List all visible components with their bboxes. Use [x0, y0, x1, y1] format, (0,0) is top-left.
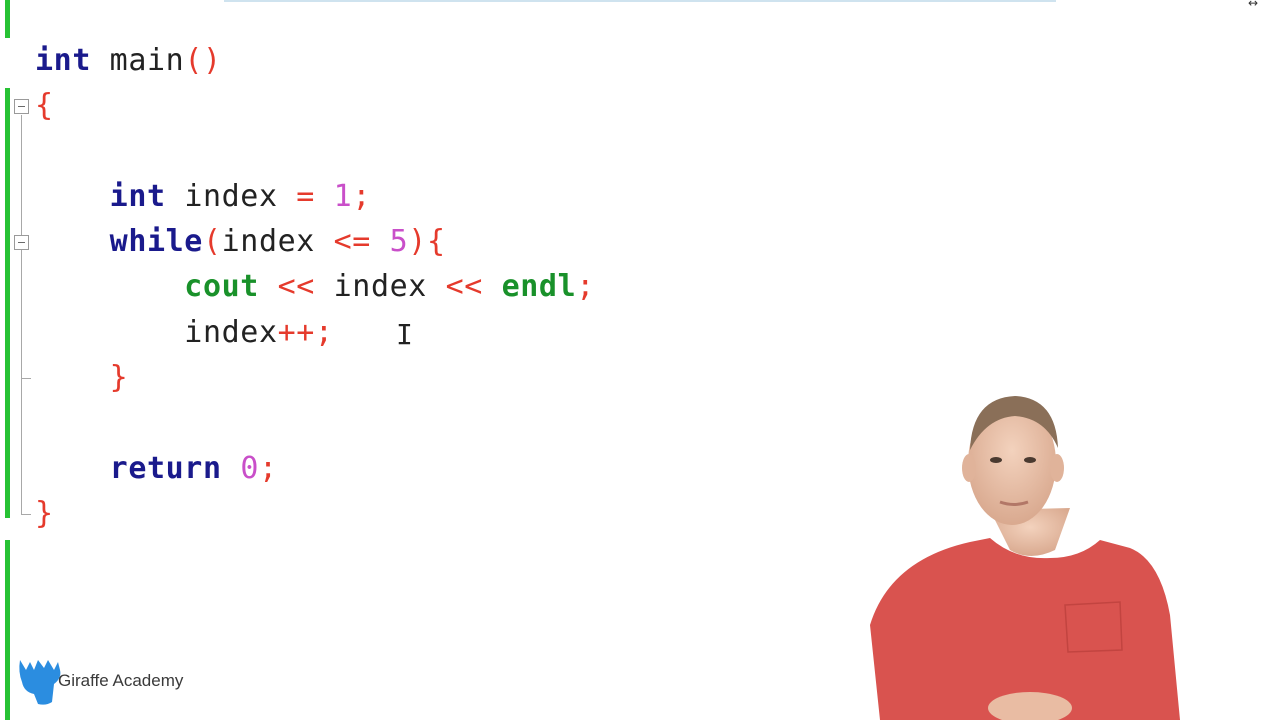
presenter-ear [962, 454, 976, 482]
video-frame: ↔ int main(){ int index = 1; while(index… [0, 0, 1280, 720]
brand-name: Giraffe Academy [58, 671, 184, 690]
code-token: () [184, 43, 222, 78]
code-token: cout [184, 269, 259, 305]
change-bar [5, 88, 10, 518]
editor-top-border [224, 0, 1056, 2]
code-line[interactable]: cout << index << endl; [35, 264, 595, 309]
code-token: 5 [389, 224, 409, 260]
code-token: int [35, 43, 91, 78]
code-line[interactable]: { [35, 83, 595, 128]
change-bar [5, 540, 10, 720]
giraffe-academy-logo: Giraffe Academy [16, 656, 183, 706]
code-token: endl [501, 269, 577, 305]
code-token: index [165, 178, 297, 214]
fold-end-marker [21, 514, 31, 515]
code-line[interactable] [35, 400, 595, 445]
fold-guide [21, 115, 22, 515]
code-line[interactable]: index++; [35, 310, 595, 355]
code-token: int [109, 178, 166, 214]
presenter-eye [1024, 457, 1036, 463]
fold-collapse-icon[interactable] [14, 235, 29, 250]
code-token: ; [576, 269, 595, 305]
giraffe-icon [19, 660, 61, 705]
presenter-eye [990, 457, 1002, 463]
fold-end-marker [21, 378, 31, 379]
code-token: index [221, 224, 334, 260]
code-token: { [35, 88, 54, 124]
fold-collapse-icon[interactable] [14, 99, 29, 114]
code-token: ; [352, 178, 371, 214]
code-token: while [109, 224, 203, 260]
code-token: return [109, 450, 222, 486]
code-token: index [314, 269, 446, 305]
code-token: = [296, 178, 315, 214]
code-token: ; [258, 450, 278, 486]
change-bar [5, 0, 10, 38]
presenter-webcam [870, 396, 1180, 720]
code-line[interactable]: return 0; [35, 446, 595, 491]
code-token: } [109, 360, 129, 396]
code-token: ( [202, 224, 222, 260]
code-line[interactable]: } [35, 355, 595, 400]
code-line[interactable]: while(index <= 5){ [35, 219, 595, 264]
code-token: ++; [277, 314, 334, 350]
text-cursor-icon: I [396, 318, 413, 351]
code-line[interactable]: } [35, 491, 595, 536]
code-line[interactable]: int main() [35, 38, 595, 83]
code-token: } [35, 495, 54, 531]
code-token: main [109, 43, 185, 78]
code-line[interactable] [35, 129, 595, 174]
code-token: << [277, 269, 315, 305]
resize-icon[interactable]: ↔ [1248, 0, 1258, 10]
presenter-ear [1050, 454, 1064, 482]
code-editor[interactable]: int main(){ int index = 1; while(index <… [35, 38, 595, 536]
code-token: ){ [408, 224, 446, 260]
code-token: index [184, 314, 278, 350]
code-line[interactable]: int index = 1; [35, 174, 595, 219]
code-token: <= [333, 224, 371, 260]
code-token: << [445, 269, 483, 305]
code-token: 0 [240, 450, 259, 486]
code-token: 1 [333, 178, 353, 214]
